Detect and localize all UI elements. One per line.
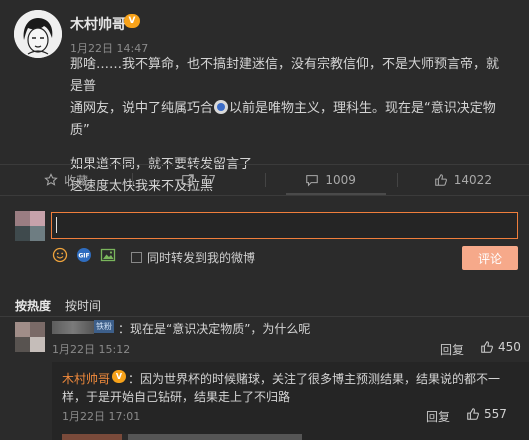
sort-by-time-tab[interactable]: 按时间 bbox=[65, 297, 101, 314]
comment-like-button[interactable]: 450 bbox=[480, 340, 521, 354]
image-icon[interactable] bbox=[100, 247, 116, 263]
vip-badge-icon: V bbox=[112, 370, 126, 383]
reply-button[interactable]: 回复 bbox=[426, 408, 450, 425]
forward-checkbox[interactable] bbox=[131, 252, 142, 263]
comment-text: ：现在是“意识决定物质”，为什么呢 bbox=[118, 322, 311, 336]
divider bbox=[0, 316, 529, 317]
forward-label: 同时转发到我的微博 bbox=[147, 251, 256, 265]
forward-option[interactable]: 同时转发到我的微博 bbox=[131, 249, 255, 266]
star-icon bbox=[44, 173, 58, 186]
text-cursor bbox=[56, 217, 57, 233]
reply-like-count: 557 bbox=[484, 407, 507, 421]
comment-timestamp: 1月22日 15:12 bbox=[52, 343, 131, 356]
comment-count: 1009 bbox=[325, 173, 356, 187]
thumbs-up-icon bbox=[435, 174, 447, 186]
comment-like-count: 450 bbox=[498, 340, 521, 354]
like-count: 14022 bbox=[453, 173, 492, 187]
commenter-avatar[interactable] bbox=[15, 322, 45, 352]
like-button[interactable]: 14022 bbox=[396, 170, 529, 190]
repost-button[interactable]: 77 bbox=[132, 170, 264, 190]
reply-author-name[interactable]: 木村帅哥 bbox=[62, 370, 110, 387]
repost-icon bbox=[181, 174, 194, 185]
comment-input[interactable] bbox=[51, 212, 518, 239]
commenter-name-redacted[interactable] bbox=[52, 321, 94, 334]
post-line-text: 通网友，说中了纯属巧合 bbox=[70, 101, 214, 116]
next-reply-partial bbox=[62, 434, 302, 440]
reply-like-button[interactable]: 557 bbox=[466, 407, 507, 421]
author-avatar[interactable] bbox=[14, 10, 62, 58]
emoji-icon bbox=[214, 100, 229, 114]
author-name[interactable]: 木村帅哥 bbox=[70, 14, 126, 34]
divider bbox=[0, 195, 529, 196]
emoji-icon[interactable] bbox=[52, 247, 68, 263]
divider bbox=[0, 164, 529, 165]
post-line: 那啥……我不算命，也不搞封建迷信，没有宗教信仰，不是大师预言帝，就是普 bbox=[70, 57, 500, 94]
reply-timestamp: 1月22日 17:01 bbox=[62, 410, 141, 423]
sort-by-hot-tab[interactable]: 按热度 bbox=[15, 297, 51, 314]
favorite-label: 收藏 bbox=[64, 173, 89, 188]
reply-button[interactable]: 回复 bbox=[440, 341, 464, 358]
favorite-button[interactable]: 收藏 bbox=[0, 170, 132, 190]
thumbs-up-icon bbox=[467, 408, 479, 420]
composer-tools: GIF bbox=[52, 247, 116, 263]
action-bar: 收藏 77 1009 14022 bbox=[0, 170, 529, 190]
svg-text:GIF: GIF bbox=[78, 253, 89, 260]
comment-icon bbox=[306, 175, 319, 187]
post-line: 通网友，说中了纯属巧合 以前是唯物主义，理科生。现在是“意识决定物质” bbox=[70, 98, 510, 142]
current-user-avatar[interactable] bbox=[15, 211, 45, 241]
reply-text: ：因为世界杯的时候赌球，关注了很多博主预测结果，结果说的都不一样，于是开始自己钻… bbox=[62, 372, 501, 404]
fan-badge: 铁粉 bbox=[94, 320, 114, 333]
repost-count: 77 bbox=[200, 173, 217, 187]
submit-comment-button[interactable]: 评论 bbox=[462, 246, 518, 270]
gif-icon[interactable]: GIF bbox=[76, 247, 92, 263]
vip-badge-icon: V bbox=[124, 14, 140, 28]
comment-button[interactable]: 1009 bbox=[264, 170, 397, 190]
comment-sort-tabs: 按热度 按时间 bbox=[15, 297, 101, 314]
thumbs-up-icon bbox=[481, 341, 493, 353]
